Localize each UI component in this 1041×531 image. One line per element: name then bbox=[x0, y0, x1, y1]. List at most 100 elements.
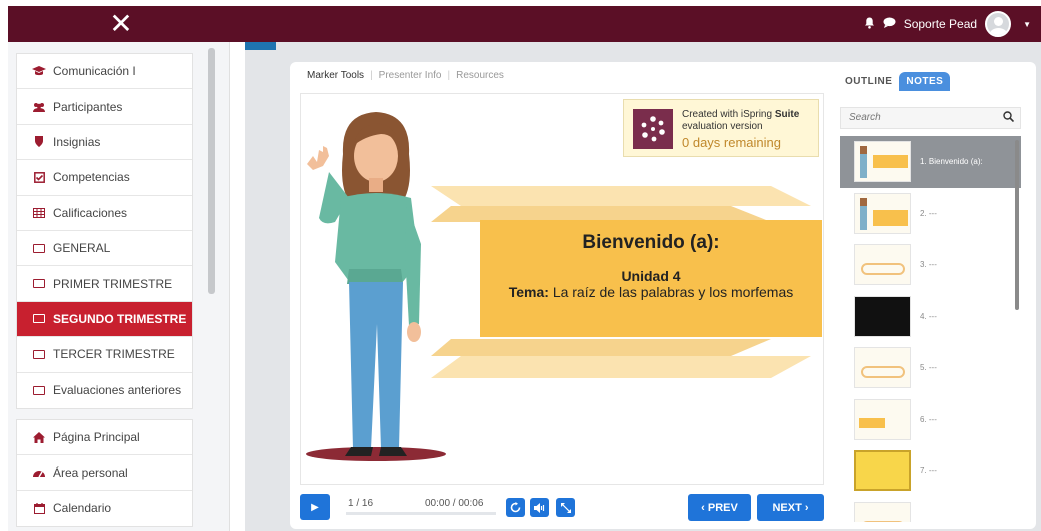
shield-icon bbox=[32, 136, 46, 148]
slide-thumbnail bbox=[854, 347, 911, 389]
outline-item[interactable]: 7. --- bbox=[840, 445, 1021, 497]
sidebar-item-participantes[interactable]: Participantes bbox=[17, 89, 192, 125]
play-button[interactable]: ▶ bbox=[300, 494, 330, 520]
outline-item-label: 4. --- bbox=[920, 311, 937, 321]
sidebar-item-primer-trimestre[interactable]: PRIMER TRIMESTRE bbox=[17, 266, 192, 302]
outline-search-input[interactable]: Search bbox=[840, 107, 1021, 129]
home-icon bbox=[32, 431, 46, 443]
slide-thumbnail bbox=[854, 398, 911, 440]
evaluation-line1: Created with iSpring Suite bbox=[682, 109, 800, 120]
outline-scrollbar[interactable] bbox=[1015, 140, 1019, 310]
folder-icon bbox=[32, 385, 46, 395]
sidebar-item-segundo-trimestre[interactable]: SEGUNDO TRIMESTRE bbox=[17, 301, 192, 338]
sidebar-item-label: Área personal bbox=[53, 465, 128, 480]
avatar[interactable] bbox=[985, 11, 1012, 37]
outline-item[interactable]: 5. --- bbox=[840, 342, 1021, 394]
slide-outline-list: 1. Bienvenido (a): 2. --- 3. --- 4. --- … bbox=[840, 136, 1021, 522]
section-tab-marker bbox=[245, 42, 276, 50]
tab-marker-tools[interactable]: Marker Tools bbox=[307, 70, 364, 81]
fullscreen-button[interactable] bbox=[556, 498, 575, 517]
volume-icon bbox=[534, 502, 545, 513]
outline-item[interactable]: 4. --- bbox=[840, 291, 1021, 343]
playback-controls: ▶ 1 / 16 00:00 / 00:06 ‹ PREV NEXT › bbox=[300, 492, 824, 522]
search-placeholder: Search bbox=[849, 112, 881, 123]
course-nav: Comunicación I Participantes Insignias C… bbox=[16, 53, 193, 409]
caret-down-icon[interactable]: ▼ bbox=[1023, 20, 1031, 29]
calendar-icon bbox=[32, 502, 46, 514]
replay-button[interactable] bbox=[506, 498, 525, 517]
dashboard-icon bbox=[32, 468, 46, 478]
sidebar-item-label: Competencias bbox=[53, 170, 130, 185]
sidebar-item-label: Comunicación I bbox=[53, 64, 136, 79]
slide-thumbnail bbox=[854, 450, 911, 492]
prev-button[interactable]: ‹ PREV bbox=[688, 494, 751, 521]
replay-icon bbox=[510, 502, 521, 513]
outline-item[interactable]: 1. Bienvenido (a): bbox=[840, 136, 1021, 188]
sidebar-item-label: PRIMER TRIMESTRE bbox=[53, 276, 173, 291]
user-name[interactable]: Soporte Pead bbox=[904, 17, 977, 31]
topic-label: Tema: bbox=[508, 284, 549, 300]
outline-item[interactable]: 3. --- bbox=[840, 239, 1021, 291]
outline-item-label: 3. --- bbox=[920, 260, 937, 270]
outline-tabs: OUTLINE NOTES bbox=[838, 72, 951, 91]
slide-thumbnail bbox=[854, 501, 911, 522]
outline-item[interactable] bbox=[840, 497, 1021, 522]
tab-presenter-info[interactable]: Presenter Info bbox=[379, 70, 442, 81]
sidebar-item-competencias[interactable]: Competencias bbox=[17, 160, 192, 196]
sidebar-item-comunicacion[interactable]: Comunicación I bbox=[17, 54, 192, 90]
sidebar-item-label: Insignias bbox=[53, 134, 101, 149]
sidebar-item-label: Calificaciones bbox=[53, 205, 128, 220]
sidebar-item-area-personal[interactable]: Área personal bbox=[17, 455, 192, 491]
days-remaining: 0 days remaining bbox=[682, 135, 781, 150]
sidebar-item-label: SEGUNDO TRIMESTRE bbox=[53, 311, 187, 326]
sidebar-item-label: Evaluaciones anteriores bbox=[53, 383, 182, 398]
slide-thumbnail bbox=[854, 141, 911, 183]
chat-icon[interactable] bbox=[883, 17, 896, 31]
site-nav: Página Principal Área personal Calendari… bbox=[16, 419, 193, 528]
bell-icon[interactable] bbox=[864, 17, 875, 32]
sidebar-item-calendario[interactable]: Calendario bbox=[17, 491, 192, 526]
close-icon[interactable]: ✕ bbox=[108, 10, 134, 38]
topic-text: La raíz de las palabras y los morfemas bbox=[552, 284, 794, 300]
folder-icon bbox=[32, 349, 46, 359]
top-bar: ✕ Soporte Pead ▼ bbox=[8, 6, 1041, 42]
tab-outline[interactable]: OUTLINE bbox=[838, 72, 899, 91]
outline-item[interactable]: 2. --- bbox=[840, 188, 1021, 240]
sidebar-item-general[interactable]: GENERAL bbox=[17, 231, 192, 267]
folder-icon bbox=[32, 243, 46, 253]
sidebar-item-tercer-trimestre[interactable]: TERCER TRIMESTRE bbox=[17, 337, 192, 373]
volume-button[interactable] bbox=[530, 498, 549, 517]
sidebar-item-label: Página Principal bbox=[53, 430, 140, 445]
evaluation-notice: Created with iSpring Suite evaluation ve… bbox=[623, 99, 819, 157]
check-square-icon bbox=[32, 171, 46, 183]
sidebar-scrollbar[interactable] bbox=[208, 48, 215, 294]
time-display: 00:00 / 00:06 bbox=[425, 498, 484, 509]
evaluation-line2: evaluation version bbox=[682, 121, 763, 132]
folder-icon bbox=[32, 279, 46, 289]
sidebar-item-insignias[interactable]: Insignias bbox=[17, 125, 192, 161]
search-icon[interactable] bbox=[1003, 111, 1015, 125]
graduation-cap-icon bbox=[32, 66, 46, 76]
sidebar-item-calificaciones[interactable]: Calificaciones bbox=[17, 196, 192, 231]
slide-thumbnail bbox=[854, 295, 911, 337]
tab-notes[interactable]: NOTES bbox=[899, 72, 951, 91]
outline-item-label: 5. --- bbox=[920, 363, 937, 373]
outline-item-label: 7. --- bbox=[920, 466, 937, 476]
seek-bar[interactable] bbox=[346, 512, 496, 515]
slide-thumbnail bbox=[854, 244, 911, 286]
sidebar-item-pagina-principal[interactable]: Página Principal bbox=[17, 420, 192, 456]
tab-separator: | bbox=[447, 70, 451, 81]
slide-thumbnail bbox=[854, 192, 911, 234]
outline-item[interactable]: 6. --- bbox=[840, 394, 1021, 446]
sidebar-item-label: Participantes bbox=[53, 99, 123, 114]
sidebar-item-evaluaciones-anteriores[interactable]: Evaluaciones anteriores bbox=[17, 373, 192, 408]
sidebar-item-label: GENERAL bbox=[53, 241, 111, 256]
sidebar-item-label: Calendario bbox=[53, 501, 112, 516]
next-button[interactable]: NEXT › bbox=[757, 494, 824, 521]
slide-title-banner: Bienvenido (a): Unidad 4 Tema: La raíz d… bbox=[480, 220, 822, 337]
table-icon bbox=[32, 207, 46, 218]
slide-topic: Tema: La raíz de las palabras y los morf… bbox=[480, 284, 822, 301]
player-tabs: Marker Tools | Presenter Info | Resource… bbox=[307, 70, 504, 81]
tab-resources[interactable]: Resources bbox=[456, 70, 504, 81]
ispring-logo-icon bbox=[633, 109, 673, 149]
